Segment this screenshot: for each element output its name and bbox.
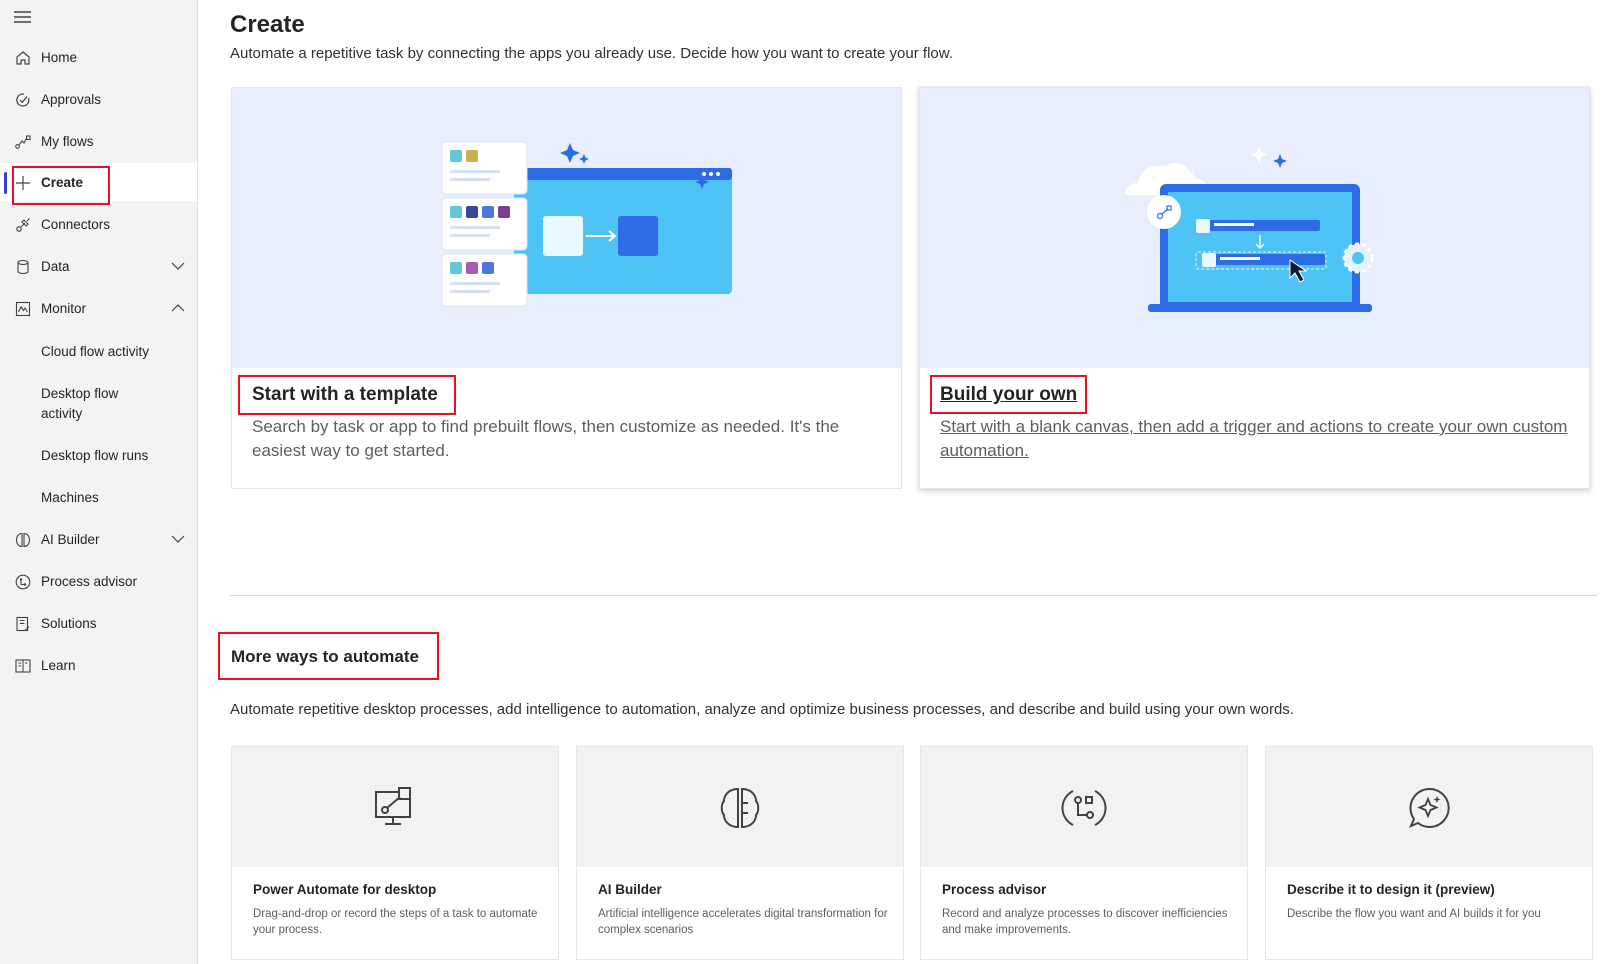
database-icon [17, 259, 29, 275]
sidebar-subitem-desktop-flow-activity[interactable]: Desktop flow activity [41, 384, 151, 424]
flows-icon [15, 135, 31, 149]
build-illustration-art [1125, 146, 1374, 312]
plus-icon [16, 176, 30, 190]
chevron-up-icon[interactable] [170, 301, 186, 315]
sidebar-item-approvals[interactable]: Approvals [0, 80, 197, 118]
card-description-link[interactable]: Start with a blank canvas, then add a tr… [940, 415, 1570, 463]
sidebar-item-label: Create [41, 174, 84, 190]
sidebar-subitem-cloud-flow-activity[interactable]: Cloud flow activity [41, 342, 149, 362]
learn-icon [15, 659, 31, 673]
chat-sparkle-icon [1409, 787, 1450, 828]
sidebar-item-my-flows[interactable]: My flows [0, 122, 197, 160]
sidebar-item-learn[interactable]: Learn [0, 646, 197, 684]
sidebar-item-label: Connectors [41, 216, 111, 232]
process-advisor-card[interactable]: Process advisor Record and analyze proce… [920, 746, 1248, 960]
sidebar-item-connectors[interactable]: Connectors [0, 205, 197, 243]
card-title-link[interactable]: Build your own [940, 384, 1077, 406]
template-illustration [232, 88, 901, 368]
build-your-own-card[interactable]: Build your own Start with a blank canvas… [919, 87, 1590, 489]
sidebar-item-label: Process advisor [41, 573, 138, 589]
card-title: AI Builder [598, 882, 662, 897]
more-ways-title: More ways to automate [231, 647, 419, 666]
card-title: Process advisor [942, 882, 1047, 897]
page-title: Create [230, 11, 305, 38]
desktop-flow-icon [375, 787, 411, 825]
monitor-icon [15, 301, 31, 317]
sidebar-item-create[interactable]: Create [0, 163, 197, 201]
card-description: Artificial intelligence accelerates digi… [598, 908, 888, 936]
page-subtitle: Automate a repetitive task by connecting… [230, 45, 953, 62]
solutions-icon [16, 616, 30, 632]
sidebar-item-solutions[interactable]: Solutions [0, 604, 197, 642]
active-indicator [4, 172, 7, 194]
sidebar-item-label: Data [41, 258, 70, 274]
power-automate-desktop-card[interactable]: Power Automate for desktop Drag-and-drop… [231, 746, 559, 960]
template-illustration-art [441, 141, 732, 307]
sidebar-item-label: AI Builder [41, 531, 100, 547]
section-divider [230, 595, 1597, 596]
ai-builder-card[interactable]: AI Builder Artificial intelligence accel… [576, 746, 904, 960]
process-advisor-icon [1061, 790, 1107, 826]
card-title: Describe it to design it (preview) [1287, 882, 1495, 897]
sidebar-item-label: Monitor [41, 300, 87, 316]
build-illustration [920, 88, 1589, 368]
sidebar-item-process-advisor[interactable]: Process advisor [0, 562, 197, 600]
sidebar: Home Approvals My flows Create Connector… [0, 0, 198, 964]
card-description: Describe the flow you want and AI builds… [1287, 908, 1541, 920]
approvals-icon [16, 93, 30, 107]
sidebar-subitem-desktop-flow-runs[interactable]: Desktop flow runs [41, 446, 148, 466]
card-title[interactable]: Start with a template [252, 384, 438, 406]
sidebar-item-label: Solutions [41, 615, 97, 631]
card-description: Search by task or app to find prebuilt f… [252, 417, 840, 460]
card-description: Drag-and-drop or record the steps of a t… [253, 908, 538, 936]
sidebar-item-label: Approvals [41, 91, 102, 107]
sidebar-item-ai-builder[interactable]: AI Builder [0, 520, 197, 558]
card-title: Power Automate for desktop [253, 882, 437, 897]
card-description: Record and analyze processes to discover… [942, 908, 1228, 936]
sidebar-item-monitor[interactable]: Monitor [0, 289, 197, 327]
sidebar-item-data[interactable]: Data [0, 247, 197, 285]
chevron-down-icon[interactable] [170, 532, 186, 546]
sidebar-subitem-machines[interactable]: Machines [41, 488, 99, 508]
ai-brain-icon [720, 787, 760, 829]
describe-it-card[interactable]: Describe it to design it (preview) Descr… [1265, 746, 1593, 960]
home-icon [16, 51, 30, 65]
more-ways-subtitle: Automate repetitive desktop processes, a… [230, 701, 1294, 718]
chevron-down-icon[interactable] [170, 259, 186, 273]
sidebar-item-label: Home [41, 49, 78, 65]
hamburger-menu-icon[interactable] [13, 9, 33, 25]
sidebar-item-home[interactable]: Home [0, 38, 197, 76]
ai-builder-icon [15, 532, 31, 548]
sidebar-item-label: Learn [41, 657, 76, 673]
process-advisor-icon [15, 574, 31, 590]
connectors-icon [16, 218, 30, 232]
start-with-template-card[interactable]: Start with a template Search by task or … [231, 87, 902, 489]
sidebar-item-label: My flows [41, 133, 94, 149]
